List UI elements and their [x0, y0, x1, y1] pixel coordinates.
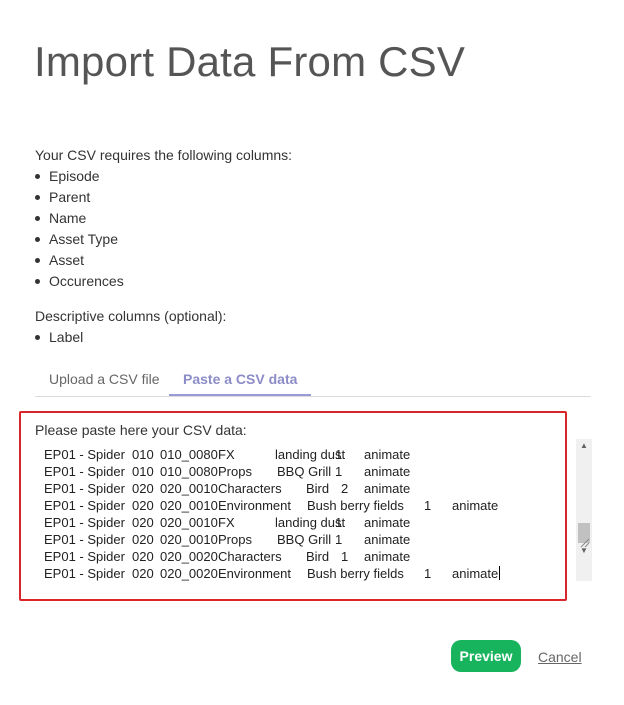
required-column-item: Occurences [35, 271, 124, 292]
csv-cell-asset: Bird [306, 549, 330, 564]
csv-cell-seq: 020 [132, 566, 154, 581]
csv-cell-label: animate [364, 515, 411, 530]
csv-cell-asset: Bush berry fields [307, 566, 404, 581]
tab-upload-csv-file[interactable]: Upload a CSV file [35, 362, 174, 395]
csv-cell-label: animate [364, 532, 411, 547]
csv-cell-ep: EP01 - Spider [44, 498, 125, 513]
csv-row: EP01 - Spider 020 020_0010 Props BBQ Grill 1 a… [44, 531, 584, 548]
csv-cell-occ: 1 [335, 447, 343, 462]
csv-cell-shot: 020_0020 [160, 549, 218, 564]
paste-csv-label: Please paste here your CSV data: [35, 422, 247, 438]
csv-cell-label: animate [364, 447, 411, 462]
csv-cell-type: Props [218, 464, 252, 479]
csv-cell-type: Environment [218, 566, 291, 581]
csv-row: EP01 - Spider 020 020_0020 Characters Bird 1 a… [44, 548, 584, 565]
csv-cell-shot: 020_0010 [160, 498, 218, 513]
csv-cell-shot: 020_0010 [160, 532, 218, 547]
page-title: Import Data From CSV [34, 38, 466, 85]
csv-cell-shot: 010_0080 [160, 464, 218, 479]
csv-cell-asset: BBQ Grill [277, 464, 332, 479]
scroll-up-arrow-icon[interactable]: ▲ [576, 439, 592, 453]
required-column-item: Parent [35, 187, 124, 208]
csv-cell-shot: 020_0020 [160, 566, 218, 581]
cancel-link[interactable]: Cancel [538, 649, 582, 665]
csv-cell-ep: EP01 - Spider [44, 515, 125, 530]
csv-cell-seq: 020 [132, 532, 154, 547]
csv-data-textarea[interactable]: EP01 - Spider 010 010_0080 Environment B… [38, 439, 592, 581]
csv-row: EP01 - Spider 020 020_0010 Characters Bird 2 a… [44, 480, 584, 497]
csv-cell-shot: 010_0080 [160, 447, 218, 462]
required-column-item: Name [35, 208, 124, 229]
descriptive-columns-list: Label [35, 327, 83, 348]
csv-cell-asset: BBQ Grill [277, 532, 332, 547]
csv-cell-asset: Bird [306, 481, 330, 496]
csv-cell-type: Characters [218, 549, 282, 564]
csv-cell-occ: 1 [335, 515, 343, 530]
csv-cell-type: Environment [218, 498, 291, 513]
csv-row: EP01 - Spider 010 010_0080 FX landing dust 1 a… [44, 446, 584, 463]
csv-cell-ep: EP01 - Spider [44, 566, 125, 581]
csv-cell-ep: EP01 - Spider [44, 532, 125, 547]
csv-row: EP01 - Spider 020 020_0010 Environment Bush … [44, 497, 584, 514]
csv-cell-ep: EP01 - Spider [44, 447, 125, 462]
csv-cell-type: Characters [218, 481, 282, 496]
descriptive-column-item: Label [35, 327, 83, 348]
csv-cell-label: animate [364, 464, 411, 479]
csv-cell-seq: 020 [132, 515, 154, 530]
csv-cell-occ: 1 [424, 566, 432, 581]
csv-cell-shot: 020_0010 [160, 515, 218, 530]
required-column-item: Asset Type [35, 229, 124, 250]
csv-cell-ep: EP01 - Spider [44, 464, 125, 479]
csv-cell-seq: 010 [132, 464, 154, 479]
resize-grip-icon[interactable] [576, 534, 592, 550]
csv-cell-label: animate [364, 549, 411, 564]
csv-cell-label: animate [452, 498, 499, 513]
csv-cell-occ: 1 [424, 498, 432, 513]
textarea-scrollbar[interactable]: ▲ ▼ [576, 439, 592, 581]
import-mode-tabs: Upload a CSV file Paste a CSV data [35, 362, 591, 397]
required-columns-list: Episode Parent Name Asset Type Asset Occ… [35, 166, 124, 292]
csv-cell-type: FX [218, 447, 235, 462]
required-column-item: Episode [35, 166, 124, 187]
required-column-item: Asset [35, 250, 124, 271]
descriptive-columns-intro: Descriptive columns (optional): [35, 308, 227, 324]
csv-cell-asset: Bush berry fields [307, 498, 404, 513]
csv-cell-occ: 1 [335, 532, 343, 547]
csv-cell-label: animate [452, 566, 501, 581]
csv-cell-ep: EP01 - Spider [44, 481, 125, 496]
required-columns-intro: Your CSV requires the following columns: [35, 147, 293, 163]
csv-row: EP01 - Spider 020 020_0010 FX landing dust 1 a… [44, 514, 584, 531]
csv-cell-occ: 1 [341, 549, 349, 564]
csv-row: EP01 - Spider 020 020_0020 Environment Bush … [44, 565, 584, 581]
csv-cell-seq: 020 [132, 498, 154, 513]
csv-cell-seq: 020 [132, 481, 154, 496]
csv-cell-seq: 020 [132, 549, 154, 564]
preview-button[interactable]: Preview [451, 640, 521, 672]
csv-cell-occ: 1 [335, 464, 343, 479]
text-caret [499, 566, 501, 580]
csv-cell-occ: 2 [341, 481, 349, 496]
csv-cell-label: animate [364, 481, 411, 496]
tab-paste-csv-data[interactable]: Paste a CSV data [169, 362, 312, 396]
paste-csv-section: Please paste here your CSV data: EP01 - … [19, 411, 592, 601]
csv-cell-type: Props [218, 532, 252, 547]
csv-row: EP01 - Spider 010 010_0080 Props BBQ Grill 1 a… [44, 463, 584, 480]
csv-cell-seq: 010 [132, 447, 154, 462]
csv-cell-shot: 020_0010 [160, 481, 218, 496]
csv-cell-ep: EP01 - Spider [44, 549, 125, 564]
csv-cell-type: FX [218, 515, 235, 530]
